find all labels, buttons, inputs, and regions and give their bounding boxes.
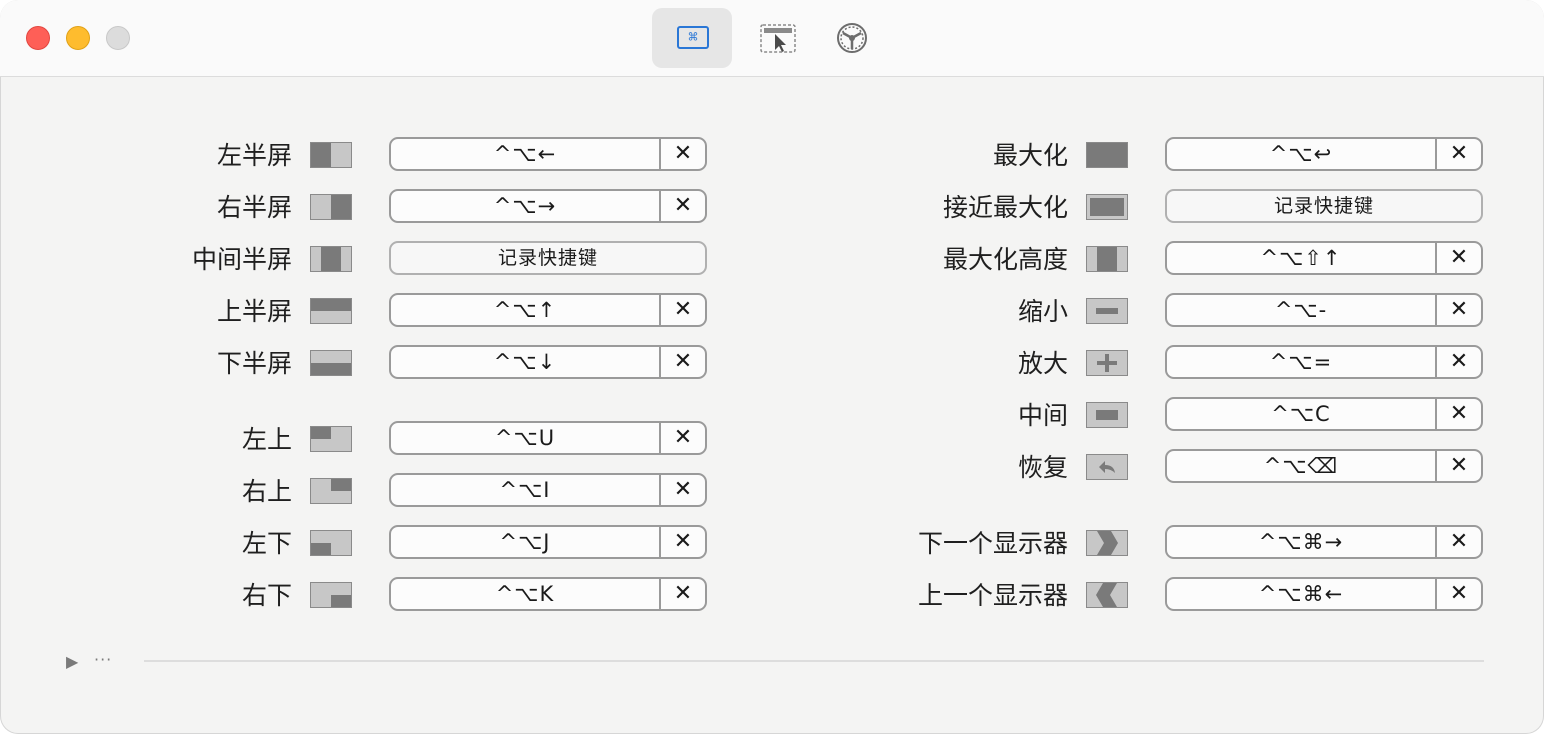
clear-shortcut-button[interactable]: ✕ (1435, 397, 1481, 431)
minimize-window-button[interactable] (66, 26, 90, 50)
zoom-window-button[interactable] (106, 26, 130, 50)
shortcut-row: 最大化高度 ^⌥⇧↑ ✕ (0, 241, 1544, 277)
shortcut-value: ^⌥C (1271, 402, 1331, 426)
disclosure-triangle-icon[interactable]: ▶ (66, 652, 78, 671)
shortcut-label: 最大化 (992, 141, 1068, 170)
shortcut-recorder-field[interactable]: ^⌥⌫ ✕ (1165, 449, 1483, 483)
almost-maximize-icon (1086, 194, 1128, 220)
shortcut-label: 上一个显示器 (917, 581, 1068, 610)
shortcut-recorder-field[interactable]: ^⌥⌘← ✕ (1165, 577, 1483, 611)
close-window-button[interactable] (26, 26, 50, 50)
clear-shortcut-button[interactable]: ✕ (1435, 241, 1481, 275)
more-options-button[interactable]: ··· (94, 650, 112, 669)
maximize-icon (1086, 142, 1128, 168)
clear-shortcut-button[interactable]: ✕ (1435, 449, 1481, 483)
svg-text:⌘: ⌘ (688, 31, 699, 44)
shortcut-recorder-field[interactable]: ^⌥- ✕ (1165, 293, 1483, 327)
clear-shortcut-button[interactable]: ✕ (1435, 345, 1481, 379)
shortcut-value: ^⌥= (1269, 350, 1333, 374)
keyboard-command-icon: ⌘ (677, 26, 709, 49)
gear-icon (837, 23, 867, 53)
shortcut-value: ^⌥- (1274, 298, 1328, 322)
shortcut-value: ^⌥⌫ (1263, 454, 1339, 478)
shortcut-row: 缩小 ^⌥- ✕ (0, 293, 1544, 329)
shortcut-value: ^⌥⌘← (1258, 582, 1344, 606)
shortcut-label: 中间 (1017, 401, 1068, 430)
snap-areas-tab[interactable] (734, 8, 814, 68)
shortcut-recorder-field[interactable]: ^⌥⌘→ ✕ (1165, 525, 1483, 559)
shortcut-row: 接近最大化 记录快捷键 (0, 189, 1544, 225)
title-bar: ⌘ (0, 0, 1544, 77)
shortcut-value: ^⌥⇧↑ (1260, 246, 1342, 270)
shortcut-row: 恢复 ^⌥⌫ ✕ (0, 449, 1544, 485)
shortcut-row: 最大化 ^⌥↩ ✕ (0, 137, 1544, 173)
shortcut-row: 下一个显示器 ^⌥⌘→ ✕ (0, 525, 1544, 561)
restore-icon (1086, 454, 1128, 480)
shortcut-row: 放大 ^⌥= ✕ (0, 345, 1544, 381)
shortcut-label: 接近最大化 (942, 193, 1068, 222)
previous-display-icon (1086, 582, 1128, 608)
shortcut-row: 上一个显示器 ^⌥⌘← ✕ (0, 577, 1544, 613)
record-shortcut-button[interactable]: 记录快捷键 (1165, 189, 1483, 223)
shortcut-recorder-field[interactable]: ^⌥C ✕ (1165, 397, 1483, 431)
make-smaller-icon (1086, 298, 1128, 324)
separator (144, 660, 1484, 662)
clear-shortcut-button[interactable]: ✕ (1435, 137, 1481, 171)
shortcut-row: 中间 ^⌥C ✕ (0, 397, 1544, 433)
clear-shortcut-button[interactable]: ✕ (1435, 577, 1481, 611)
shortcut-value: ^⌥↩ (1269, 142, 1333, 166)
shortcut-value: ^⌥⌘→ (1258, 530, 1344, 554)
center-icon (1086, 402, 1128, 428)
shortcut-label: 恢复 (1017, 453, 1068, 482)
clear-shortcut-button[interactable]: ✕ (1435, 525, 1481, 559)
window-cursor-icon (760, 24, 796, 53)
general-settings-tab[interactable] (812, 8, 892, 68)
shortcut-recorder-field[interactable]: ^⌥= ✕ (1165, 345, 1483, 379)
shortcut-recorder-field[interactable]: ^⌥⇧↑ ✕ (1165, 241, 1483, 275)
shortcuts-tab[interactable]: ⌘ (652, 8, 732, 68)
preferences-window: ⌘ 左半屏 ^⌥← ✕ 右半屏 ^⌥→ ✕ 中间半屏 记录快捷键 上半屏 ^⌥↑ ✕ 下半屏 ^⌥↓ ✕ 左… (0, 0, 1544, 734)
shortcut-label: 下一个显示器 (917, 529, 1068, 558)
make-larger-icon (1086, 350, 1128, 376)
shortcut-label: 放大 (1017, 349, 1068, 378)
next-display-icon (1086, 530, 1128, 556)
maximize-height-icon (1086, 246, 1128, 272)
clear-shortcut-button[interactable]: ✕ (1435, 293, 1481, 327)
shortcut-value: 记录快捷键 (1273, 195, 1374, 217)
shortcut-recorder-field[interactable]: ^⌥↩ ✕ (1165, 137, 1483, 171)
shortcut-label: 最大化高度 (942, 245, 1068, 274)
shortcut-label: 缩小 (1017, 297, 1068, 326)
